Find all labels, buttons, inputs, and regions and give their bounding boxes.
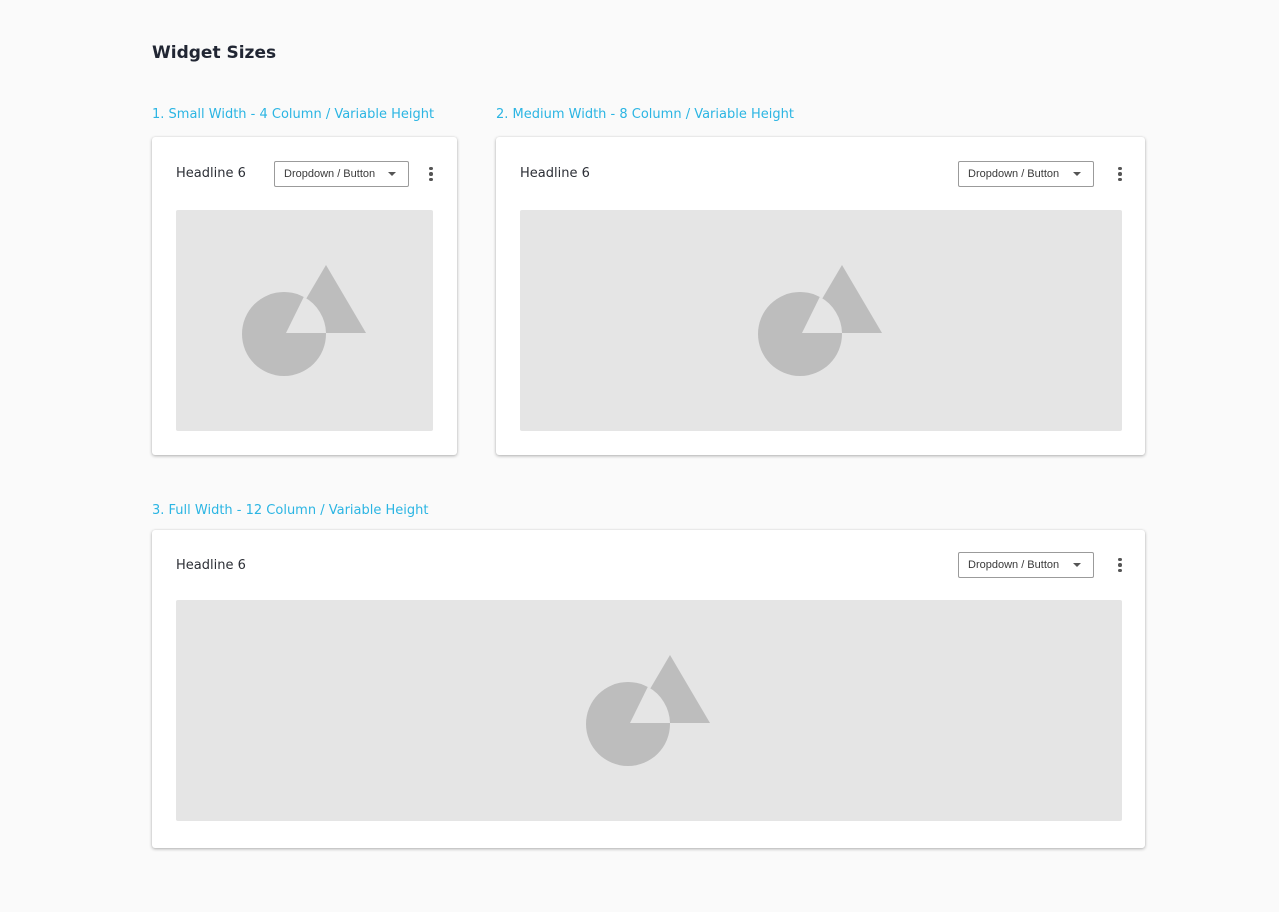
card-headline: Headline 6 — [520, 166, 590, 181]
widget-card-medium: Headline 6 Dropdown / Button — [496, 137, 1145, 455]
caret-down-icon — [388, 172, 396, 176]
dropdown-button[interactable]: Dropdown / Button — [274, 161, 409, 187]
image-placeholder-icon — [241, 264, 366, 376]
section-label-full: 3. Full Width - 12 Column / Variable Hei… — [152, 503, 429, 518]
image-placeholder-icon — [586, 654, 710, 766]
dropdown-label: Dropdown / Button — [968, 559, 1060, 571]
more-vertical-icon[interactable] — [1112, 165, 1128, 183]
dropdown-button[interactable]: Dropdown / Button — [958, 161, 1094, 187]
page-title: Widget Sizes — [152, 43, 277, 63]
dropdown-label: Dropdown / Button — [284, 168, 376, 180]
image-placeholder — [176, 600, 1122, 821]
more-vertical-icon[interactable] — [423, 165, 439, 183]
image-placeholder-icon — [758, 264, 882, 376]
card-headline: Headline 6 — [176, 166, 246, 181]
image-placeholder — [520, 210, 1122, 431]
image-placeholder — [176, 210, 433, 431]
more-vertical-icon[interactable] — [1112, 556, 1128, 574]
section-label-small: 1. Small Width - 4 Column / Variable Hei… — [152, 107, 435, 122]
dropdown-button[interactable]: Dropdown / Button — [958, 552, 1094, 578]
section-label-medium: 2. Medium Width - 8 Column / Variable He… — [496, 107, 794, 122]
caret-down-icon — [1073, 563, 1081, 567]
dropdown-label: Dropdown / Button — [968, 168, 1060, 180]
card-headline: Headline 6 — [176, 558, 246, 573]
caret-down-icon — [1073, 172, 1081, 176]
widget-card-small: Headline 6 Dropdown / Button — [152, 137, 457, 455]
widget-sizes-page: Widget Sizes 1. Small Width - 4 Column /… — [0, 0, 1279, 912]
widget-card-full: Headline 6 Dropdown / Button — [152, 530, 1145, 848]
